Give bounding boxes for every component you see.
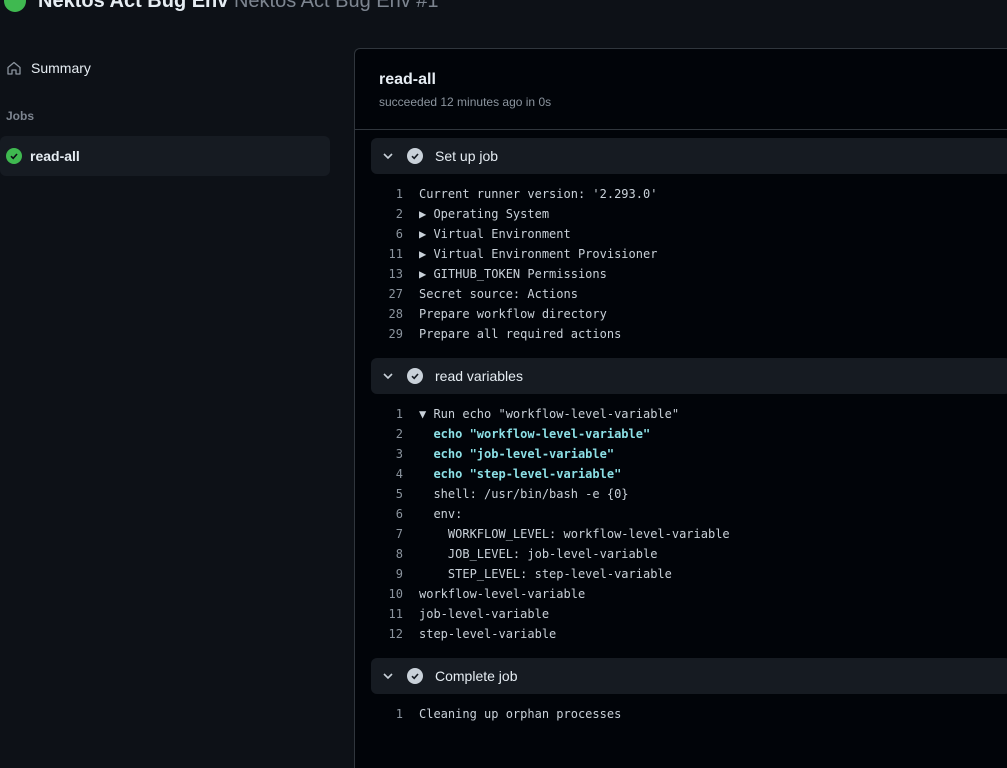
step-label: Set up job [435, 148, 499, 164]
log-line-expandable[interactable]: 13 ▶ GITHUB_TOKEN Permissions [371, 264, 1007, 284]
log-line[interactable]: 28 Prepare workflow directory [371, 304, 1007, 324]
sidebar-summary-link[interactable]: Summary [0, 50, 330, 86]
home-icon [7, 61, 21, 75]
job-status: succeeded 12 minutes ago in 0s [379, 95, 552, 109]
step-label: read variables [435, 368, 523, 384]
log-line[interactable]: 7 WORKFLOW_LEVEL: workflow-level-variabl… [371, 524, 1007, 544]
log-line[interactable]: 29 Prepare all required actions [371, 324, 1007, 344]
job-title: read-all [379, 71, 436, 88]
log-line-expandable[interactable]: 1 ▼ Run echo "workflow-level-variable" [371, 404, 1007, 424]
log-line[interactable]: 27 Secret source: Actions [371, 284, 1007, 304]
log-line[interactable]: 11 job-level-variable [371, 604, 1007, 624]
step-log-read-variables: 1 ▼ Run echo "workflow-level-variable" 2 … [371, 404, 1007, 644]
chevron-down-icon [383, 153, 393, 160]
log-line[interactable]: 9 STEP_LEVEL: step-level-variable [371, 564, 1007, 584]
log-line[interactable]: 10 workflow-level-variable [371, 584, 1007, 604]
log-line[interactable]: 2 echo "workflow-level-variable" [371, 424, 1007, 444]
sidebar-item-read-all[interactable]: read-all [0, 136, 330, 176]
chevron-down-icon [383, 673, 393, 680]
chevron-down-icon [383, 373, 393, 380]
job-header: read-all succeeded 12 minutes ago in 0s [355, 49, 1007, 130]
success-check-icon [6, 148, 22, 164]
log-line-expandable[interactable]: 11 ▶ Virtual Environment Provisioner [371, 244, 1007, 264]
log-line[interactable]: 1 Cleaning up orphan processes [371, 704, 1007, 724]
success-check-icon [407, 668, 423, 684]
log-line-expandable[interactable]: 2 ▶ Operating System [371, 204, 1007, 224]
log-line[interactable]: 4 echo "step-level-variable" [371, 464, 1007, 484]
success-check-icon [407, 368, 423, 384]
step-set-up-job[interactable]: Set up job [371, 138, 1007, 174]
step-log-complete-job: 1 Cleaning up orphan processes [371, 704, 1007, 724]
sidebar: Summary Jobs read-all [0, 0, 340, 761]
step-read-variables[interactable]: read variables [371, 358, 1007, 394]
step-log-set-up-job: 1 Current runner version: '2.293.0' 2 ▶ Op… [371, 184, 1007, 344]
step-complete-job[interactable]: Complete job [371, 658, 1007, 694]
success-check-icon [407, 148, 423, 164]
log-line[interactable]: 3 echo "job-level-variable" [371, 444, 1007, 464]
log-line[interactable]: 5 shell: /usr/bin/bash -e {0} [371, 484, 1007, 504]
sidebar-jobs-heading: Jobs [6, 109, 35, 123]
step-label: Complete job [435, 668, 518, 684]
sidebar-job-label: read-all [30, 148, 80, 164]
log-line[interactable]: 6 env: [371, 504, 1007, 524]
log-line[interactable]: 1 Current runner version: '2.293.0' [371, 184, 1007, 204]
log-line[interactable]: 8 JOB_LEVEL: job-level-variable [371, 544, 1007, 564]
sidebar-summary-label: Summary [31, 60, 91, 76]
job-log-panel: read-all succeeded 12 minutes ago in 0s … [354, 48, 1007, 768]
log-line[interactable]: 12 step-level-variable [371, 624, 1007, 644]
log-line-expandable[interactable]: 6 ▶ Virtual Environment [371, 224, 1007, 244]
